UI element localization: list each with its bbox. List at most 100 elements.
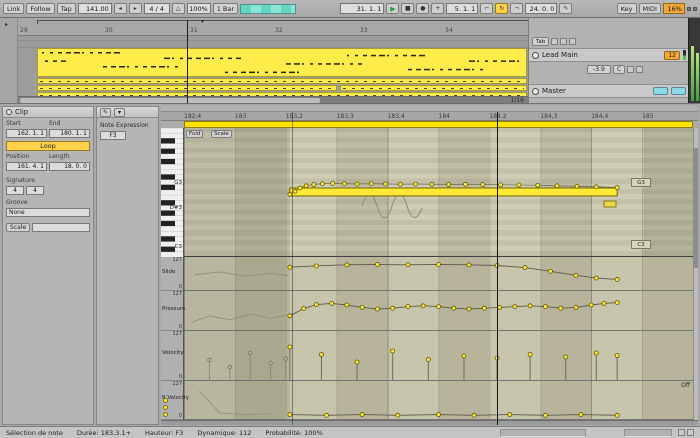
groove-select[interactable]: None [6,208,90,217]
note-pitch-field[interactable]: F3 [100,131,126,140]
play-button[interactable]: ▶ [386,3,399,14]
clip-end-field[interactable]: 180. 1. 1 [49,129,90,138]
lane-max-value: 127 [172,381,182,387]
fold-button[interactable]: Fold [186,130,203,138]
editor-vscrollbar[interactable] [693,128,698,420]
lane-slide[interactable] [184,257,693,291]
bar-number: 30 [103,27,113,34]
tempo-field[interactable]: 141.00 [78,3,112,14]
io-toggle-button[interactable] [569,38,576,45]
unfold-track-icon[interactable] [532,52,539,59]
ableton-live-window: Link Follow Tap 141.00 ◂ ▸ 4 / 4 △ 100% … [0,0,700,438]
clip-start-field[interactable]: 162. 1. 1 [6,129,47,138]
tap-tempo-button[interactable]: Tap [57,3,76,14]
arrangement-loop-brace[interactable] [37,20,535,24]
track-solo-button[interactable] [636,66,643,73]
automation-mode-button[interactable] [551,38,558,45]
nudge-up-icon[interactable]: ▸ [129,3,142,14]
status-item: Dynamique: 112 [197,429,251,437]
arrangement-clip-lead-main[interactable] [37,48,527,77]
arrangement-clip[interactable] [37,78,527,84]
bar-number: 34 [443,27,453,34]
signature-denominator-field[interactable]: 4 [26,186,44,195]
lane-header-r-velocity[interactable]: R.Velocity1270 [161,381,183,420]
beat-label: 184,3 [540,113,557,120]
lane-r-velocity[interactable]: Off [184,381,693,420]
expand-panel-icon[interactable]: ▾ [114,108,125,117]
midi-note[interactable] [290,188,617,196]
scrollbar-thumb[interactable] [694,148,698,268]
lock-envelopes-button[interactable] [560,38,567,45]
loop-length-field[interactable]: 18. 0. 0 [49,162,90,171]
cpu-meter: 16% [663,3,685,14]
unfold-track-icon[interactable] [532,88,539,95]
lane-pressure[interactable] [184,291,693,331]
key-map-button[interactable]: Key [617,3,637,14]
lane-chooser-dot[interactable] [163,412,168,417]
clip-loop-region-bar[interactable] [184,121,693,128]
track-activator-button[interactable] [627,66,634,73]
arrangement-clip[interactable] [340,85,527,91]
groove-amount-field[interactable]: 100% [187,3,211,14]
link-button[interactable]: Link [3,3,24,14]
lane-velocity[interactable] [184,331,693,381]
editor-playhead [497,112,498,425]
arrangement-track-headers: Tab Lead Main 12 -3.9 C Master [528,18,688,103]
status-bar: Sélection de note Durée: 183.3.1+Hauteur… [0,426,700,438]
draw-tool-icon[interactable]: ✎ [100,108,111,117]
clip-panel-titlebar: Clip [3,107,93,118]
quantization-menu[interactable]: 1 Bar [213,3,238,14]
transport-left: Link Follow Tap 141.00 ◂ ▸ 4 / 4 △ 100% … [3,3,296,14]
groove-label: Groove [6,199,28,206]
lane-chooser [163,397,168,418]
master-volume-chip[interactable] [671,87,686,95]
clip-panel-title: Clip [15,108,28,116]
lane-header-velocity[interactable]: Velocity1270 [161,331,183,381]
loop-position-field[interactable]: 161. 4. 1 [6,162,47,171]
master-cue-chip[interactable] [653,87,668,95]
signature-numerator-field[interactable]: 4 [6,186,24,195]
note-grid[interactable]: Fold Scale G3C3 [184,128,693,257]
nudge-down-icon[interactable]: ◂ [114,3,127,14]
piano-keyboard[interactable]: G3D#3C3 [161,128,184,257]
arrangement-hscrollbar[interactable]: 1/16 [18,96,528,103]
lane-header-slide[interactable]: Slide1270 [161,257,183,291]
position-label: Position [6,153,47,160]
midi-map-button[interactable]: MIDI [639,3,661,14]
fold-arrow-icon[interactable]: ▸ [5,21,8,28]
clip-activator-icon[interactable] [6,109,12,115]
draw-mode-button[interactable]: ✎ [559,3,572,14]
track-header-lead-main[interactable]: Lead Main 12 [529,48,689,62]
punch-out-button[interactable]: ¬ [510,3,523,14]
midi-note-editor: 182,4183183,2183,3183,4184184,2184,3184,… [161,106,698,425]
arrangement-beat-ruler[interactable]: ▾ 293031323334 [18,18,528,36]
loop-button[interactable]: ↻ [495,3,508,14]
scale-button[interactable]: Scale [211,130,232,138]
metronome-icon[interactable]: △ [172,3,185,14]
lane-chooser-dot[interactable] [163,405,168,410]
lane-chooser-dot[interactable] [163,398,168,403]
scale-select[interactable] [32,223,90,232]
time-signature-field[interactable]: 4 / 4 [144,3,170,14]
midi-arrangement-overdub-button[interactable]: + [431,3,444,14]
punch-in-button[interactable]: ⌐ [480,3,493,14]
arrangement-position-field[interactable]: 31. 1. 1 [340,3,384,14]
arrangement-gutter: ▸ [0,18,18,103]
automation-lane[interactable] [18,36,528,48]
clip-loop-button[interactable]: Loop [6,141,90,151]
stop-button[interactable]: ■ [401,3,414,14]
editor-beat-ruler[interactable]: 182,4183183,2183,3183,4184184,2184,3184,… [161,112,698,121]
track-arm-value[interactable]: 12 [664,51,680,60]
follow-button[interactable]: Follow [26,3,54,14]
record-button[interactable]: ● [416,3,429,14]
track-header-master[interactable]: Master [529,84,689,98]
loop-start-field[interactable]: 5. 1. 1 [446,3,478,14]
loop-length-field[interactable]: 24. 0. 0 [525,3,557,14]
scale-toggle[interactable]: Scale [6,223,30,232]
lane-header-pressure[interactable]: Pressure1270 [161,291,183,331]
track-pan-field[interactable]: C [613,65,625,74]
master-output-meter [688,18,700,103]
bar-number: 31 [188,27,198,34]
track-volume-field[interactable]: -3.9 [587,65,611,74]
tab-chip[interactable]: Tab [532,37,549,46]
